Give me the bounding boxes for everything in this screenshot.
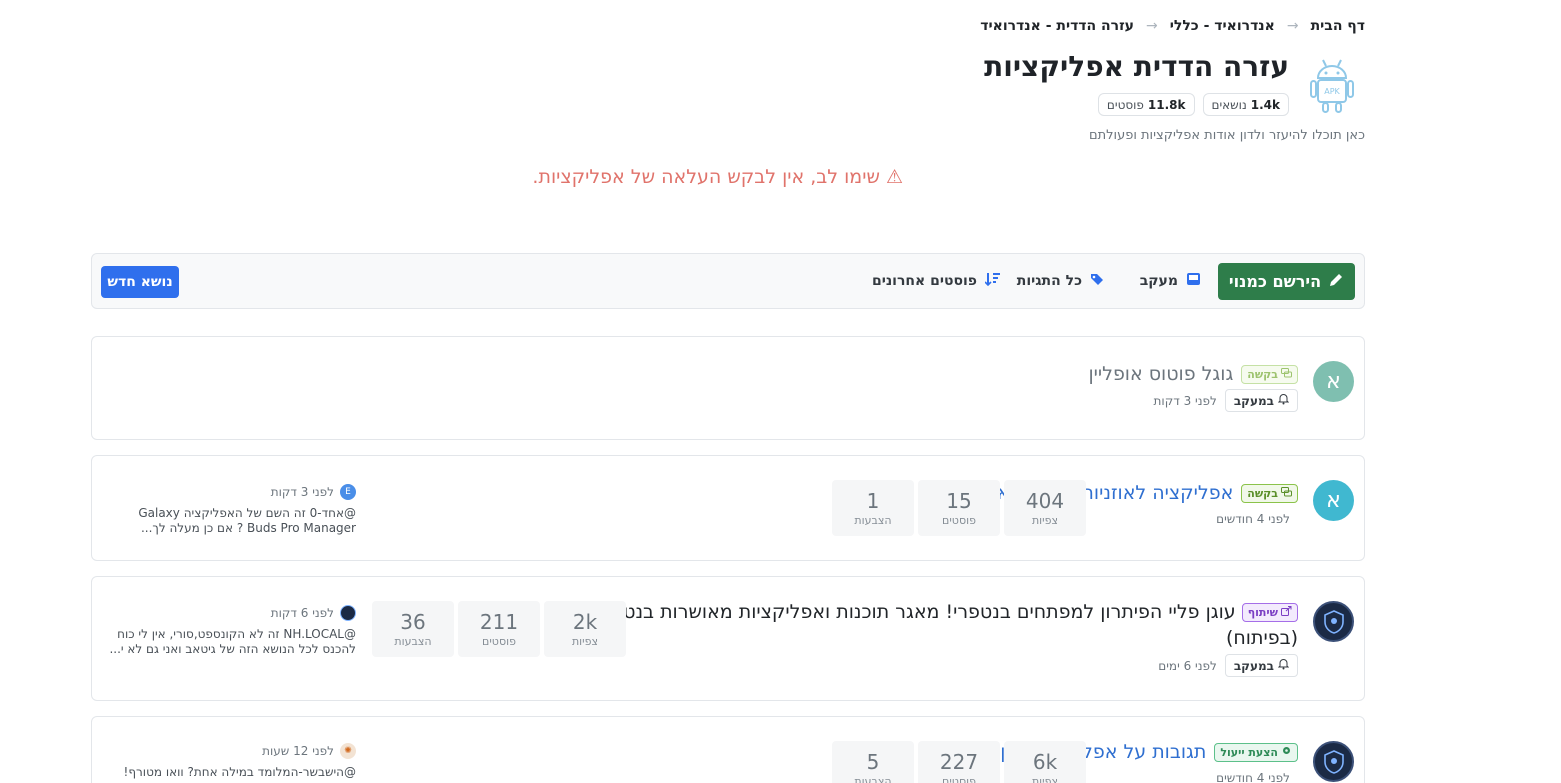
avatar[interactable]: א	[1313, 361, 1354, 402]
last-post-timestamp[interactable]: לפני 6 דקות	[271, 606, 334, 620]
topic-counters: 6k צפיות 227 פוסטים 5 הצבעות	[832, 741, 1086, 783]
register-subscribe-button[interactable]: הירשם כמנוי	[1218, 263, 1355, 300]
category-toolbar: הירשם כמנוי מעקב כל התגיות פוסטים אחרוני…	[91, 253, 1365, 309]
last-post-preview[interactable]: לפני 6 דקות @NH.LOCAL זה לא הקונספט,סורי…	[106, 605, 356, 657]
sunburst-avatar-icon[interactable]: ✺	[340, 743, 356, 759]
follow-status-button[interactable]: במעקב	[1224, 389, 1298, 412]
avatar[interactable]: E	[340, 484, 356, 500]
follow-status-button[interactable]: במעקב	[1224, 654, 1298, 677]
topic-timestamp: לפני 6 ימים	[1158, 658, 1217, 673]
breadcrumb-home[interactable]: דף הבית	[1311, 18, 1365, 34]
new-topic-button[interactable]: נושא חדש	[101, 266, 179, 298]
recent-posts-sort[interactable]: פוסטים אחרונים	[872, 272, 1001, 290]
all-tags-dropdown[interactable]: כל התגיות	[1017, 272, 1106, 290]
posts-counter: 211 פוסטים	[458, 601, 540, 657]
pencil-icon	[1328, 272, 1344, 292]
category-stats: 1.4k נושאים 11.8k פוסטים	[1097, 93, 1289, 116]
last-post-text: @הישבשר-המלומד במילה אחת? וואו מטורף!	[123, 765, 356, 779]
last-post-preview[interactable]: E לפני 3 דקות @אחד-0 זה השם של האפליקציה…	[106, 484, 356, 536]
breadcrumb-separator-icon: →	[1146, 18, 1158, 34]
posts-counter: 227 פוסטים	[918, 741, 1000, 783]
topic-meta: במעקב לפני 3 דקות	[1154, 389, 1298, 412]
category-description: כאן תוכלו להיעזר ולדון אודות אפליקציות ו…	[1088, 128, 1365, 143]
warning-notice: ⚠ שימו לב, אין לבקש העלאה של אפליקציות.	[532, 166, 903, 188]
inbox-icon	[1186, 272, 1201, 290]
gear-icon	[1281, 745, 1292, 759]
topic-meta: לפני 4 חודשים	[1216, 512, 1290, 526]
votes-counter: 1 הצבעות	[832, 480, 914, 536]
topic-timestamp: לפני 4 חודשים	[1216, 771, 1290, 783]
bell-icon	[1277, 658, 1290, 673]
topic-title[interactable]: בקשה גוגל פוטוס אופליין	[1088, 363, 1298, 385]
chat-icon	[1281, 486, 1292, 500]
posts-counter: 15 פוסטים	[918, 480, 1000, 536]
topic-timestamp: לפני 3 דקות	[1153, 393, 1217, 408]
topics-count-badge: 1.4k נושאים	[1202, 93, 1289, 116]
breadcrumb-current: עזרה הדדית - אנדרואיד	[980, 18, 1135, 34]
page-title: עזרה הדדית אפליקציות	[984, 50, 1289, 83]
last-post-timestamp[interactable]: לפני 12 שעות	[262, 744, 334, 758]
bell-icon	[1277, 393, 1290, 408]
avatar[interactable]	[1313, 741, 1354, 782]
topic-counters: 2k צפיות 211 פוסטים 36 הצבעות	[372, 601, 626, 657]
views-counter: 2k צפיות	[544, 601, 626, 657]
last-post-text: @NH.LOCAL זה לא הקונספט,סורי, אין לי כוח…	[109, 627, 356, 656]
topic-tag[interactable]: בקשה	[1241, 364, 1298, 384]
breadcrumb-separator-icon: →	[1286, 18, 1299, 34]
avatar[interactable]	[1313, 601, 1354, 642]
watch-dropdown[interactable]: מעקב	[1140, 272, 1201, 290]
topic-tag[interactable]: הצעת ייעול	[1214, 742, 1298, 762]
topic-timestamp: לפני 4 חודשים	[1216, 512, 1290, 526]
topic-title[interactable]: שיתוף עוגן פליי הפיתרון למפתחים בנטפרי! …	[578, 599, 1298, 651]
tags-icon	[1090, 272, 1106, 290]
avatar[interactable]: א	[1313, 480, 1354, 521]
breadcrumb-parent[interactable]: אנדרואיד - כללי	[1170, 18, 1275, 34]
share-icon	[1281, 600, 1292, 626]
topic-meta: במעקב לפני 6 ימים	[1158, 654, 1298, 677]
views-counter: 6k צפיות	[1004, 741, 1086, 783]
android-apk-icon: APK	[1309, 56, 1355, 114]
svg-text:APK: APK	[1324, 87, 1340, 96]
topic-tag[interactable]: שיתוף	[1241, 603, 1298, 622]
topic-row[interactable]: א בקשה אפליקציה לאוזניות גלקסי באדס 4 פר…	[91, 455, 1365, 561]
topic-tag[interactable]: בקשה	[1241, 483, 1298, 503]
topic-row[interactable]: שיתוף עוגן פליי הפיתרון למפתחים בנטפרי! …	[91, 576, 1365, 701]
votes-counter: 5 הצבעות	[832, 741, 914, 783]
topic-counters: 404 צפיות 15 פוסטים 1 הצבעות	[832, 480, 1086, 536]
votes-counter: 36 הצבעות	[372, 601, 454, 657]
topic-row[interactable]: א בקשה גוגל פוטוס אופליין במעקב לפני 3 ד…	[91, 336, 1365, 440]
topic-row[interactable]: הצעת ייעול תגובות על אפליקצית עוגן לפני …	[91, 716, 1365, 783]
breadcrumb: דף הבית → אנדרואיד - כללי → עזרה הדדית -…	[980, 18, 1365, 34]
sort-icon	[984, 272, 1001, 290]
chat-icon	[1281, 367, 1292, 381]
last-post-timestamp[interactable]: לפני 3 דקות	[271, 485, 334, 499]
last-post-text: @אחד-0 זה השם של האפליקציה Galaxy Buds P…	[138, 506, 356, 535]
views-counter: 404 צפיות	[1004, 480, 1086, 536]
last-post-preview[interactable]: ✺ לפני 12 שעות @הישבשר-המלומד במילה אחת?…	[106, 743, 356, 780]
topic-meta: לפני 4 חודשים	[1216, 771, 1290, 783]
posts-count-badge: 11.8k פוסטים	[1097, 93, 1195, 116]
avatar[interactable]	[340, 605, 356, 621]
